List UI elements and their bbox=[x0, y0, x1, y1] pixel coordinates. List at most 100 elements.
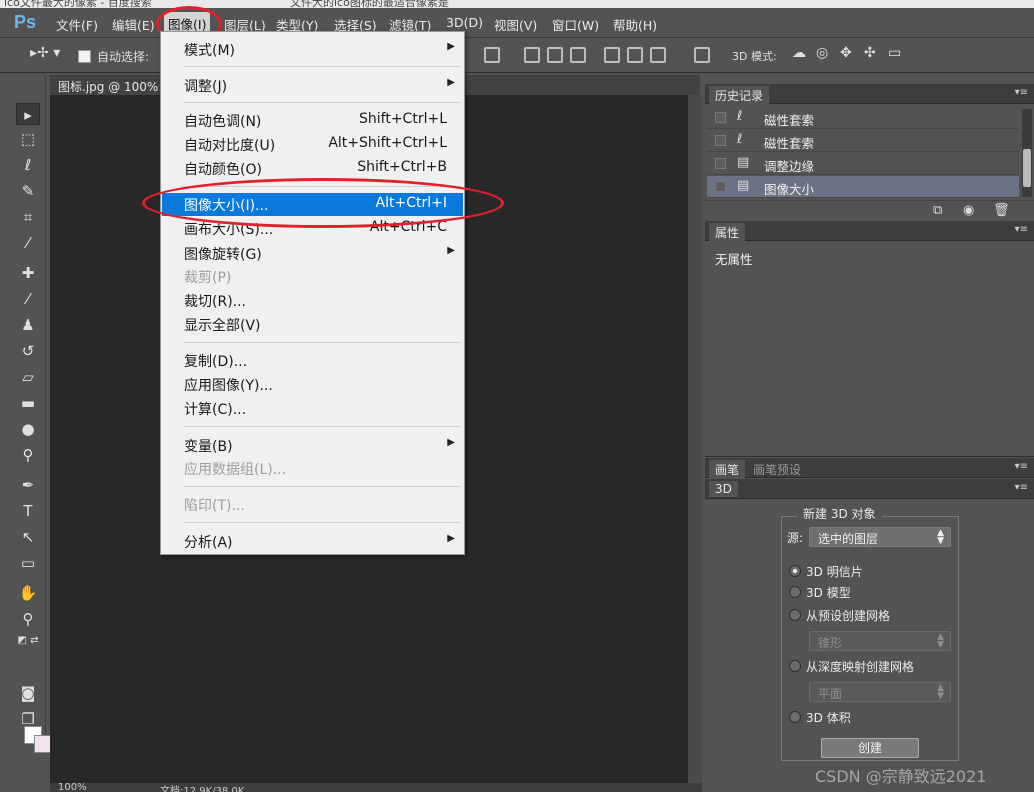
tab-brush[interactable]: 画笔 bbox=[709, 460, 746, 479]
options-bar: ▸✢ ▾ 自动选择: 3D 模式: ☁ ◎ ✥ ✣ ▭ bbox=[0, 39, 1034, 73]
depth-select[interactable]: 平面 ▲ ▼ bbox=[809, 682, 951, 702]
menu-item-variables[interactable]: 变量(B) ▶ bbox=[162, 434, 463, 457]
menu-window[interactable]: 窗口(W) bbox=[552, 15, 599, 34]
rectangle-tool-icon[interactable]: ▭ bbox=[16, 552, 40, 574]
history-row[interactable]: ℓ 磁性套索 bbox=[707, 130, 1019, 152]
type-tool-icon[interactable]: T bbox=[16, 500, 40, 522]
menu-3d[interactable]: 3D(D) bbox=[446, 15, 483, 30]
history-row-label: 磁性套索 bbox=[764, 113, 815, 128]
brush-tool-icon[interactable]: ⁄ bbox=[16, 288, 40, 310]
quick-mask-icon[interactable]: ◙ bbox=[16, 682, 40, 704]
lasso-tool-icon[interactable]: ℓ bbox=[16, 154, 40, 176]
distribute-top-icon[interactable] bbox=[524, 47, 540, 63]
menu-item-reveal-all[interactable]: 显示全部(V) bbox=[162, 313, 463, 336]
align-icon[interactable] bbox=[484, 47, 500, 63]
radio-3d-model[interactable] bbox=[789, 586, 801, 598]
distribute-left-icon[interactable] bbox=[604, 47, 620, 63]
zoom-level[interactable]: 100% bbox=[58, 782, 87, 792]
document-tab[interactable]: 图标.jpg @ 100% bbox=[58, 78, 158, 95]
new-document-from-state-icon[interactable]: ⧉ bbox=[933, 203, 942, 218]
submenu-arrow-icon: ▶ bbox=[447, 245, 455, 256]
panel-menu-icon[interactable]: ▾≡ bbox=[1015, 87, 1028, 98]
history-row[interactable]: ▤ 调整边缘 bbox=[707, 153, 1019, 175]
zoom-tool-icon[interactable]: ⚲ bbox=[16, 608, 40, 630]
move-tool-icon[interactable]: ▸✢ ▾ bbox=[30, 45, 60, 61]
menu-item-auto-tone[interactable]: 自动色调(N) Shift+Ctrl+L bbox=[162, 109, 463, 132]
hand-tool-icon[interactable]: ✋ bbox=[16, 582, 40, 604]
menu-separator bbox=[183, 66, 461, 67]
3d-roll-icon[interactable]: ◎ bbox=[816, 45, 828, 61]
radio-3d-volume[interactable] bbox=[789, 711, 801, 723]
move-tool-icon[interactable]: ▸ bbox=[16, 103, 40, 125]
distribute-hcenter-icon[interactable] bbox=[627, 47, 643, 63]
gradient-tool-icon[interactable]: ▬ bbox=[16, 392, 40, 414]
crop-tool-icon[interactable]: ⌗ bbox=[16, 206, 40, 228]
history-brush-tool-icon[interactable]: ↺ bbox=[16, 340, 40, 362]
menu-item-auto-color[interactable]: 自动颜色(O) Shift+Ctrl+B bbox=[162, 157, 463, 180]
swap-colors-icon[interactable]: ◩ ⇄ bbox=[16, 630, 40, 652]
menu-file[interactable]: 文件(F) bbox=[56, 15, 98, 34]
eraser-tool-icon[interactable]: ▱ bbox=[16, 366, 40, 388]
menu-item-apply-image[interactable]: 应用图像(Y)... bbox=[162, 373, 463, 396]
blur-tool-icon[interactable]: ● bbox=[16, 418, 40, 440]
create-button[interactable]: 创建 bbox=[821, 738, 919, 758]
quick-selection-tool-icon[interactable]: ✎ bbox=[16, 180, 40, 202]
select-arrows-icon: ▲ ▼ bbox=[937, 632, 944, 650]
menu-help[interactable]: 帮助(H) bbox=[613, 15, 657, 34]
menu-item-trim[interactable]: 裁切(R)... bbox=[162, 289, 463, 312]
menu-separator bbox=[183, 522, 461, 523]
panel-menu-icon[interactable]: ▾≡ bbox=[1015, 482, 1028, 493]
3d-rotate-icon[interactable]: ☁ bbox=[792, 45, 806, 61]
menu-item-calculations[interactable]: 计算(C)... bbox=[162, 397, 463, 420]
history-row[interactable]: ℓ 磁性套索 bbox=[707, 107, 1019, 129]
distribute-bottom-icon[interactable] bbox=[570, 47, 586, 63]
document-scrollbar[interactable] bbox=[688, 95, 702, 785]
auto-align-icon[interactable] bbox=[694, 47, 710, 63]
browser-tab[interactable]: ico文件最大的像素 - 百度搜索 bbox=[4, 0, 152, 8]
menu-item-analysis[interactable]: 分析(A) ▶ bbox=[162, 530, 463, 553]
3d-scale-icon[interactable]: ▭ bbox=[888, 45, 901, 61]
tab-3d[interactable]: 3D bbox=[709, 481, 738, 497]
menu-view[interactable]: 视图(V) bbox=[494, 15, 537, 34]
brush-panel-header: 画笔 画笔预设 ▾≡ bbox=[705, 458, 1034, 479]
menu-item-image-rotation[interactable]: 图像旋转(G) ▶ bbox=[162, 242, 463, 265]
radio-label: 从预设创建网格 bbox=[806, 609, 891, 623]
radio-3d-postcard[interactable] bbox=[789, 565, 801, 577]
distribute-center-icon[interactable] bbox=[547, 47, 563, 63]
tab-history[interactable]: 历史记录 bbox=[709, 86, 770, 105]
radio-mesh-from-preset[interactable] bbox=[789, 609, 801, 621]
submenu-arrow-icon: ▶ bbox=[447, 437, 455, 448]
eyedropper-tool-icon[interactable]: ⁄ bbox=[16, 232, 40, 254]
menu-item-adjust[interactable]: 调整(J) ▶ bbox=[162, 74, 463, 97]
panel-menu-icon[interactable]: ▾≡ bbox=[1015, 461, 1028, 472]
marquee-tool-icon[interactable]: ⬚ bbox=[16, 128, 40, 150]
menu-edit[interactable]: 编辑(E) bbox=[112, 15, 155, 34]
tab-brush-presets[interactable]: 画笔预设 bbox=[747, 460, 807, 479]
distribute-right-icon[interactable] bbox=[650, 47, 666, 63]
healing-brush-tool-icon[interactable]: ✚ bbox=[16, 262, 40, 284]
source-select[interactable]: 选中的图层 ▲ ▼ bbox=[809, 527, 951, 547]
snapshot-checkbox[interactable] bbox=[715, 135, 726, 146]
snapshot-checkbox[interactable] bbox=[715, 112, 726, 123]
snapshot-camera-icon[interactable]: ◉ bbox=[963, 203, 974, 218]
menu-item-mode[interactable]: 模式(M) ▶ bbox=[162, 38, 463, 61]
radio-mesh-from-depth[interactable] bbox=[789, 660, 801, 672]
clone-stamp-tool-icon[interactable]: ♟ bbox=[16, 314, 40, 336]
menu-item-duplicate[interactable]: 复制(D)... bbox=[162, 349, 463, 372]
path-selection-tool-icon[interactable]: ↖ bbox=[16, 526, 40, 548]
snapshot-checkbox[interactable] bbox=[715, 181, 726, 192]
history-row-selected[interactable]: ▤ 图像大小 bbox=[707, 176, 1019, 198]
3d-slide-icon[interactable]: ✣ bbox=[864, 45, 876, 61]
preset-select[interactable]: 锥形 ▲ ▼ bbox=[809, 631, 951, 651]
auto-select-checkbox[interactable] bbox=[78, 50, 91, 63]
dodge-tool-icon[interactable]: ⚲ bbox=[16, 444, 40, 466]
snapshot-checkbox[interactable] bbox=[715, 158, 726, 169]
menu-item-auto-contrast[interactable]: 自动对比度(U) Alt+Shift+Ctrl+L bbox=[162, 133, 463, 156]
browser-tab[interactable]: 文件大的ico图标的最适合像素是 bbox=[290, 0, 449, 8]
pen-tool-icon[interactable]: ✒ bbox=[16, 474, 40, 496]
3d-pan-icon[interactable]: ✥ bbox=[840, 45, 852, 61]
screen-mode-icon[interactable]: ❐ bbox=[16, 708, 40, 730]
history-scrollbar[interactable] bbox=[1022, 109, 1032, 197]
auto-select-label: 自动选择: bbox=[97, 50, 150, 64]
trash-icon[interactable]: 🗑 bbox=[993, 203, 1010, 218]
